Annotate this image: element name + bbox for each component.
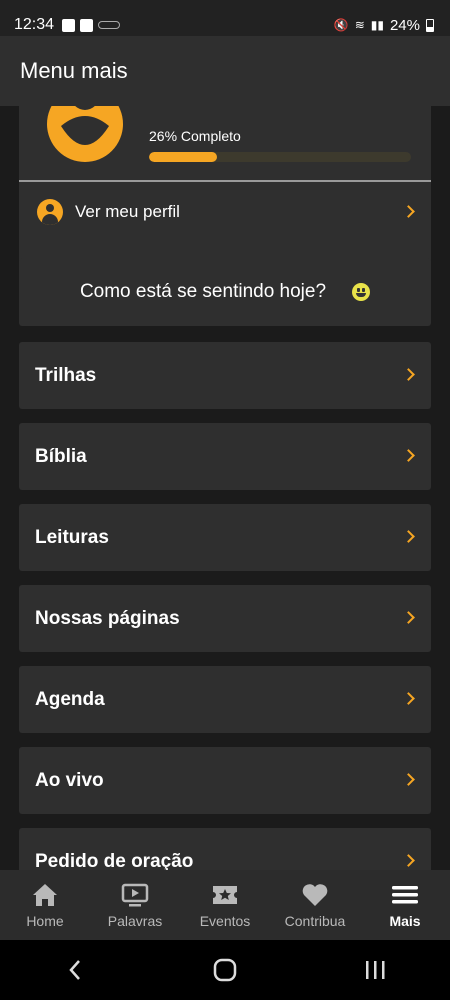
- nav-home[interactable]: Home: [0, 870, 90, 940]
- profile-progress-label: 26% Completo: [149, 128, 241, 144]
- mute-icon: 🔇: [333, 18, 349, 32]
- battery-icon: [426, 18, 434, 32]
- view-profile-label: Ver meu perfil: [75, 202, 180, 221]
- battery-percent: 24%: [389, 16, 420, 34]
- chevron-right-icon: [402, 368, 415, 381]
- feeling-question: Como está se sentindo hoje?: [79, 281, 327, 302]
- chevron-right-icon: [402, 692, 415, 705]
- menu-item-nossas-paginas[interactable]: Nossas páginas: [19, 585, 431, 652]
- nav-palavras[interactable]: Palavras: [90, 870, 180, 940]
- wifi-icon: ≋: [354, 18, 365, 32]
- menu-item-agenda[interactable]: Agenda: [19, 666, 431, 733]
- status-notification-icons: [62, 18, 121, 32]
- nav-contribua[interactable]: Contribua: [270, 870, 360, 940]
- menu-item-ao-vivo[interactable]: Ao vivo: [19, 747, 431, 814]
- chevron-right-icon: [402, 449, 415, 462]
- smiley-icon: [352, 283, 371, 301]
- signal-icon: ▮▮: [370, 18, 384, 32]
- heart-icon: [301, 881, 329, 909]
- menu-item-trilhas[interactable]: Trilhas: [19, 342, 431, 409]
- chevron-right-icon: [402, 773, 415, 786]
- nav-eventos[interactable]: Eventos: [180, 870, 270, 940]
- chevron-right-icon: [402, 530, 415, 543]
- play-screen-icon: [121, 881, 149, 909]
- gallery-notification-icon: [62, 18, 76, 32]
- status-time: 12:34: [14, 16, 55, 33]
- menu-content[interactable]: 26% Completo Ver meu perfil Como está se…: [0, 106, 450, 870]
- menu-item-label: Pedido de oração: [35, 850, 194, 871]
- menu-item-pedido-de-oracao[interactable]: Pedido de oração: [19, 828, 431, 870]
- home-icon: [31, 881, 59, 909]
- system-nav-bar: [0, 940, 450, 1000]
- menu-item-biblia[interactable]: Bíblia: [19, 423, 431, 490]
- chevron-right-icon: [402, 611, 415, 624]
- feeling-card[interactable]: Como está se sentindo hoje?: [19, 258, 431, 326]
- check-notification-icon: [80, 18, 94, 32]
- avatar-icon: [47, 106, 123, 162]
- nav-label: Contribua: [284, 913, 346, 929]
- menu-item-label: Ao vivo: [35, 769, 104, 791]
- chevron-right-icon: [402, 854, 415, 867]
- view-profile-link[interactable]: Ver meu perfil: [19, 182, 431, 242]
- status-system-icons: 🔇 ≋ ▮▮ 24%: [334, 17, 434, 34]
- nav-label: Eventos: [199, 913, 251, 929]
- page-title: Menu mais: [20, 58, 128, 83]
- app-header: Menu mais: [0, 36, 450, 106]
- nav-label: Mais: [389, 913, 421, 929]
- nav-label: Palavras: [107, 913, 163, 929]
- menu-item-leituras[interactable]: Leituras: [19, 504, 431, 571]
- menu-item-label: Nossas páginas: [35, 607, 180, 629]
- bottom-nav: Home Palavras Eventos Contribua Mais: [0, 870, 450, 940]
- recent-apps-icon[interactable]: [355, 950, 395, 990]
- profile-progress-bar: [149, 152, 411, 162]
- chevron-right-icon: [402, 205, 415, 218]
- voicemail-notification-icon: [98, 21, 121, 29]
- profile-progress-fill: [149, 152, 218, 162]
- home-button-icon[interactable]: [205, 950, 245, 990]
- menu-icon: [391, 881, 419, 909]
- nav-label: Home: [26, 913, 64, 929]
- menu-item-label: Trilhas: [35, 364, 97, 386]
- menu-item-label: Leituras: [35, 526, 109, 548]
- nav-mais[interactable]: Mais: [360, 870, 450, 940]
- back-icon[interactable]: [55, 950, 95, 990]
- ticket-star-icon: [211, 881, 239, 909]
- menu-item-label: Agenda: [35, 688, 105, 710]
- person-icon: [37, 199, 63, 225]
- menu-item-label: Bíblia: [35, 445, 87, 467]
